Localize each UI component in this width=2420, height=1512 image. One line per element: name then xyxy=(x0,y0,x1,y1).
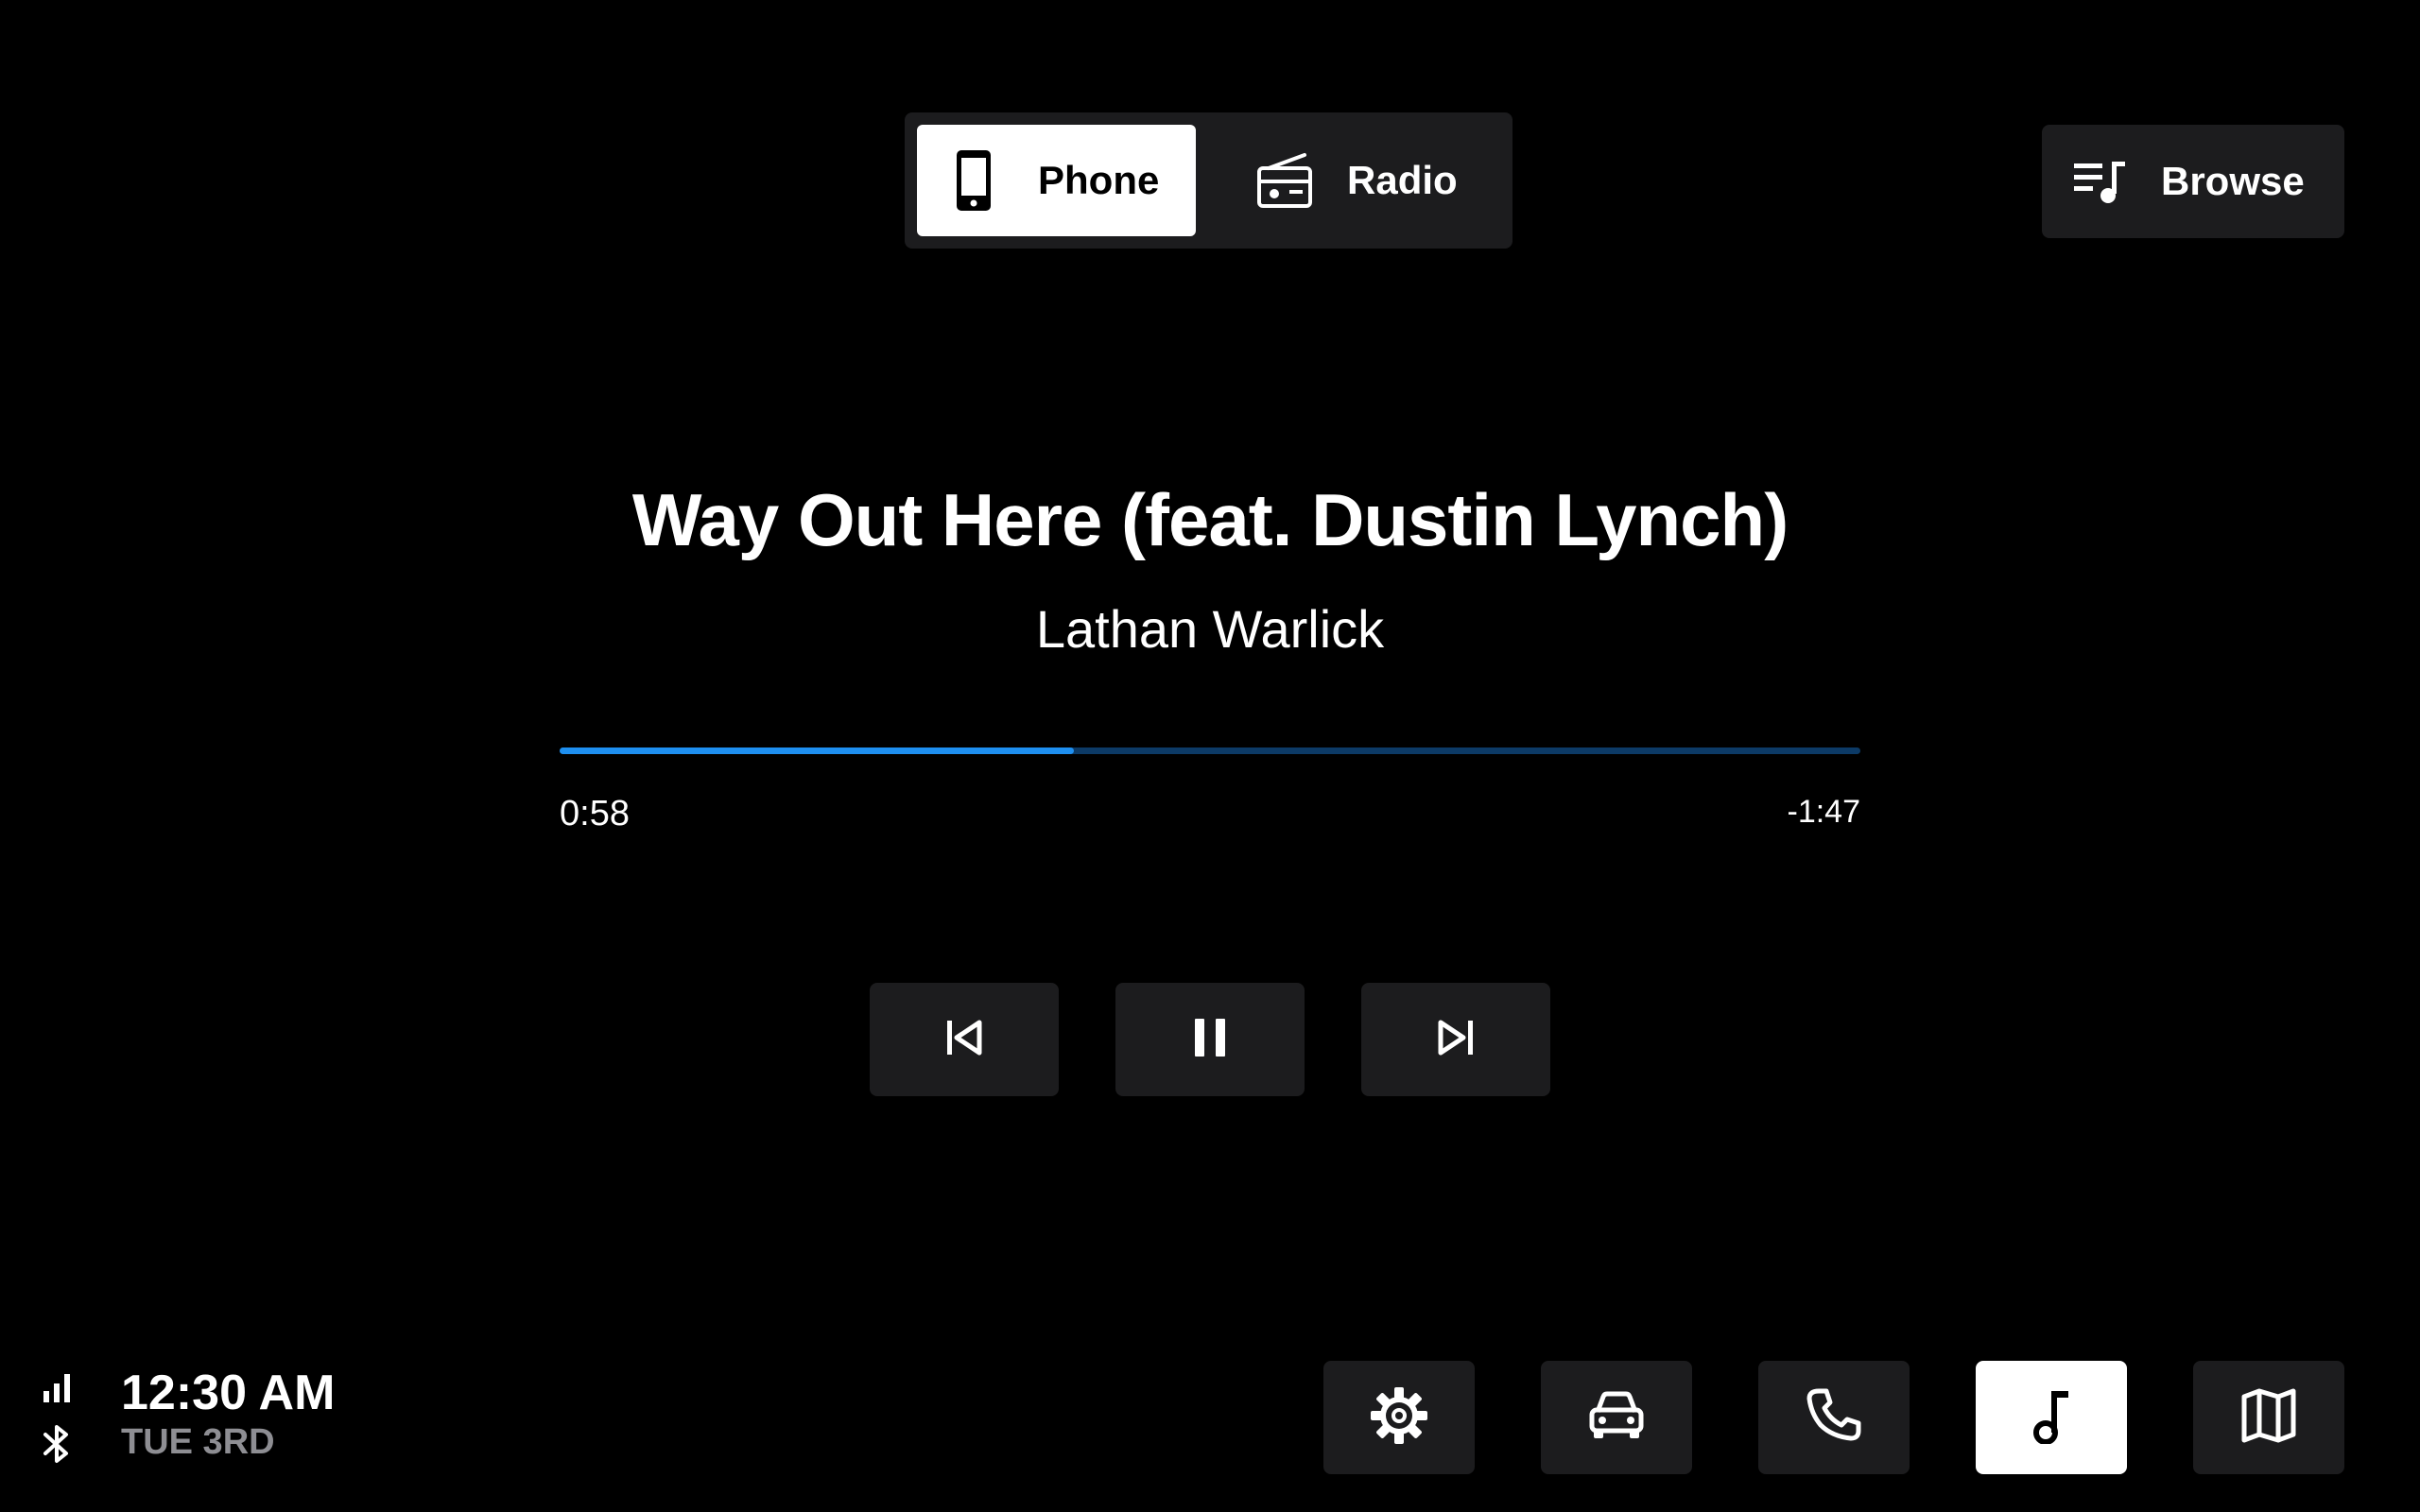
source-phone-label: Phone xyxy=(1038,158,1160,202)
browse-label: Browse xyxy=(2161,159,2305,203)
browse-button[interactable]: Browse xyxy=(2042,125,2344,238)
nav-map-button[interactable] xyxy=(2193,1361,2344,1474)
nav-car-button[interactable] xyxy=(1541,1361,1692,1474)
car-icon xyxy=(1586,1389,1647,1447)
nav-music-button[interactable] xyxy=(1976,1361,2127,1474)
nav-phone-button[interactable] xyxy=(1758,1361,1910,1474)
smartphone-icon xyxy=(953,148,994,213)
source-toggle: Phone Radio xyxy=(905,112,1512,249)
phone-handset-icon xyxy=(1806,1387,1862,1449)
pause-button[interactable] xyxy=(1115,983,1305,1096)
remaining-time: -1:47 xyxy=(1787,794,1861,830)
source-phone-button[interactable]: Phone xyxy=(917,125,1196,236)
source-radio-button[interactable]: Radio xyxy=(1236,125,1500,236)
elapsed-time: 0:58 xyxy=(560,794,630,833)
clock-time: 12:30 AM xyxy=(121,1366,336,1420)
status-icons xyxy=(40,1370,78,1465)
map-icon xyxy=(2240,1387,2297,1449)
clock-date: TUE 3RD xyxy=(121,1422,275,1462)
pause-icon xyxy=(1191,1017,1229,1063)
playlist-icon xyxy=(2072,158,2127,205)
skip-next-icon xyxy=(1437,1019,1475,1061)
progress-fill xyxy=(560,747,1074,754)
signal-bars-icon xyxy=(40,1370,74,1404)
music-note-icon xyxy=(2031,1387,2072,1449)
media-player-screen: Phone Radio Browse Way Out Here (feat. D… xyxy=(0,0,2420,1512)
previous-track-button[interactable] xyxy=(870,983,1059,1096)
gear-icon xyxy=(1369,1385,1429,1451)
progress-bar[interactable] xyxy=(560,747,1860,754)
track-artist: Lathan Warlick xyxy=(1035,599,1385,659)
track-title: Way Out Here (feat. Dustin Lynch) xyxy=(631,478,1789,561)
radio-icon xyxy=(1254,150,1315,211)
skip-previous-icon xyxy=(945,1019,983,1061)
bluetooth-icon xyxy=(40,1423,74,1465)
source-radio-label: Radio xyxy=(1347,158,1458,202)
next-track-button[interactable] xyxy=(1361,983,1550,1096)
nav-settings-button[interactable] xyxy=(1323,1361,1475,1474)
